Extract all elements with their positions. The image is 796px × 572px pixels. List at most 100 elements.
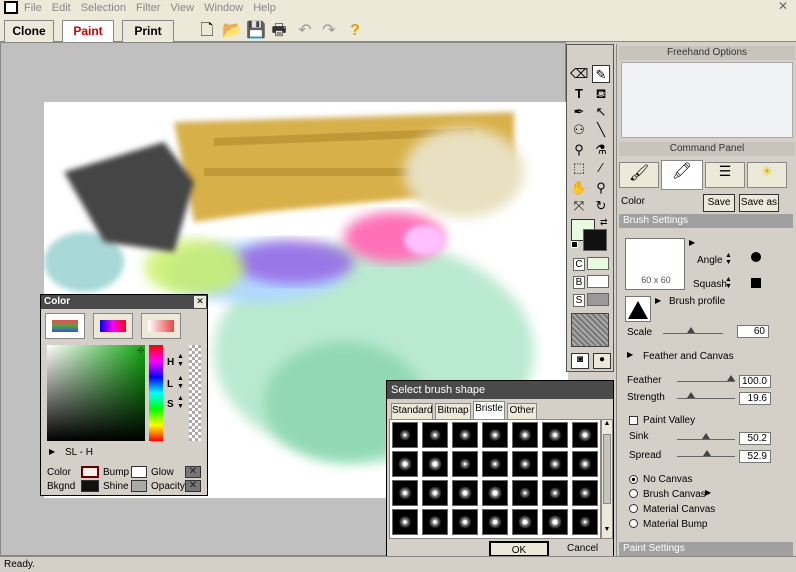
brush-shape-cell[interactable] [542,509,568,535]
brush-tool-icon[interactable]: ✎ [592,65,610,83]
swap-colors-icon[interactable]: ⇄ [600,217,608,228]
feather-canvas-header[interactable]: Feather and Canvas [643,351,734,362]
brush-shape-cell[interactable] [512,451,538,477]
menu-edit[interactable]: Edit [52,2,71,14]
eyedropper-icon[interactable]: ⚗ [592,141,610,159]
color-b-swatch[interactable] [587,275,609,288]
color-c-swatch[interactable] [587,257,609,270]
hue-strip[interactable] [149,345,163,441]
spread-slider[interactable] [677,456,735,457]
transform-icon[interactable]: ⤧ [570,197,588,215]
brush-shape-cell[interactable] [572,422,598,448]
sink-slider-thumb[interactable] [702,433,710,439]
glow-swatch[interactable]: ✕ [185,466,201,478]
sink-value[interactable]: 50.2 [739,432,771,445]
hand-tool-icon[interactable]: ✋ [570,179,588,197]
strength-value[interactable]: 19.6 [739,392,771,405]
brush-shape-cell[interactable] [482,422,508,448]
brush-shape-cell[interactable] [482,480,508,506]
print-icon[interactable]: 🖶 [270,22,288,40]
brush-shape-cell[interactable] [452,451,478,477]
brush-shape-cell[interactable] [452,480,478,506]
paint-settings-header[interactable]: Paint Settings [619,542,793,556]
line-tool-icon[interactable]: ╲ [592,121,610,139]
squash-spinner[interactable]: ▲ ▼ [725,276,733,290]
strength-slider-thumb[interactable] [687,392,695,398]
default-colors-icon[interactable] [571,241,578,248]
help-icon[interactable]: ? [346,22,364,40]
cancel-button[interactable]: Cancel [567,543,598,554]
angle-spinner[interactable]: ▲ ▼ [725,252,733,266]
feather-slider[interactable] [677,381,735,382]
light-tab-icon[interactable]: ☀ [747,162,787,188]
l-spinner[interactable]: ▲ ▼ [177,375,185,391]
brush-preview[interactable]: 60 x 60 [625,238,685,290]
scale-slider-thumb[interactable] [687,327,695,333]
menu-help[interactable]: Help [253,2,276,14]
brush-shape-cell[interactable] [572,451,598,477]
brush-shape-cell[interactable] [572,509,598,535]
brush-shape-cell[interactable] [542,422,568,448]
pointer-icon[interactable]: ↖ [592,103,610,121]
menu-selection[interactable]: Selection [81,2,126,14]
brush-shape-cell[interactable] [392,451,418,477]
brush-shape-cell[interactable] [422,422,448,448]
brush-shape-cell[interactable] [482,509,508,535]
brush-shape-cell[interactable] [422,509,448,535]
stamp-icon[interactable]: ⚇ [570,121,588,139]
tab-clone[interactable]: Clone [4,20,54,42]
layers-tab-icon[interactable]: ☰ [705,162,745,188]
brush-canvas-radio[interactable] [629,489,638,498]
background-color-swatch[interactable] [583,229,607,251]
bkgnd-swatch[interactable] [81,480,99,492]
new-file-icon[interactable]: 🗋 [198,22,216,40]
no-canvas-radio[interactable] [629,475,638,484]
magic-wand-icon[interactable]: ⁄ [592,159,610,177]
scale-value[interactable]: 60 [737,325,769,338]
eraser-icon[interactable]: ⌫ [570,65,588,83]
tab-bristle[interactable]: Bristle [473,401,505,419]
tab-print[interactable]: Print [122,20,174,42]
brush-shape-cell[interactable] [542,451,568,477]
color-window-close-icon[interactable]: ✕ [194,296,206,308]
strength-slider[interactable] [677,398,735,399]
brush-canvas-arrow-icon[interactable]: ▶ [705,488,711,497]
mode-arrow-icon[interactable]: ▶ [49,447,55,456]
brush-shape-cell[interactable] [392,422,418,448]
brush-shape-cell[interactable] [542,480,568,506]
ok-button[interactable]: OK [489,541,549,557]
pen-tool-icon[interactable]: ✒ [570,103,588,121]
round-brush-icon[interactable] [751,252,761,262]
brush-shape-cell[interactable] [512,422,538,448]
sink-slider[interactable] [677,439,735,440]
paint-tab-icon[interactable]: 🖍 [661,160,703,190]
paint-valley-checkbox[interactable] [629,416,638,425]
window-close-icon[interactable]: ✕ [778,0,790,12]
h-spinner[interactable]: ▲ ▼ [177,353,185,369]
zoom-icon[interactable]: ⚲ [592,179,610,197]
tab-paint[interactable]: Paint [62,20,114,42]
brush-settings-header[interactable]: Brush Settings [619,214,793,228]
feather-arrow-icon[interactable]: ▶ [627,350,633,359]
open-folder-icon[interactable]: 📂 [222,22,242,40]
menu-view[interactable]: View [170,2,194,14]
tab-bitmap[interactable]: Bitmap [435,403,471,419]
square-brush-icon[interactable] [751,278,761,288]
brush-profile-icon[interactable] [625,296,651,322]
mask-mode-icon[interactable]: ● [593,353,611,369]
feather-slider-thumb[interactable] [727,375,735,381]
brush-shape-cell[interactable] [512,509,538,535]
undo-icon[interactable]: ↶ [296,22,314,40]
alpha-strip[interactable] [189,345,201,441]
brush-shape-cell[interactable] [482,451,508,477]
color-picker-tab[interactable] [93,313,133,339]
brush-shape-cell[interactable] [422,480,448,506]
brush-shape-cell[interactable] [452,509,478,535]
brush-shape-cell[interactable] [512,480,538,506]
menu-filter[interactable]: Filter [136,2,160,14]
save-as-button[interactable]: Save as [739,194,779,212]
tab-standard[interactable]: Standard [391,403,433,419]
opacity-swatch[interactable]: ✕ [185,480,201,492]
brush-tab-icon[interactable]: 🖌 [619,162,659,188]
material-bump-radio[interactable] [629,519,638,528]
